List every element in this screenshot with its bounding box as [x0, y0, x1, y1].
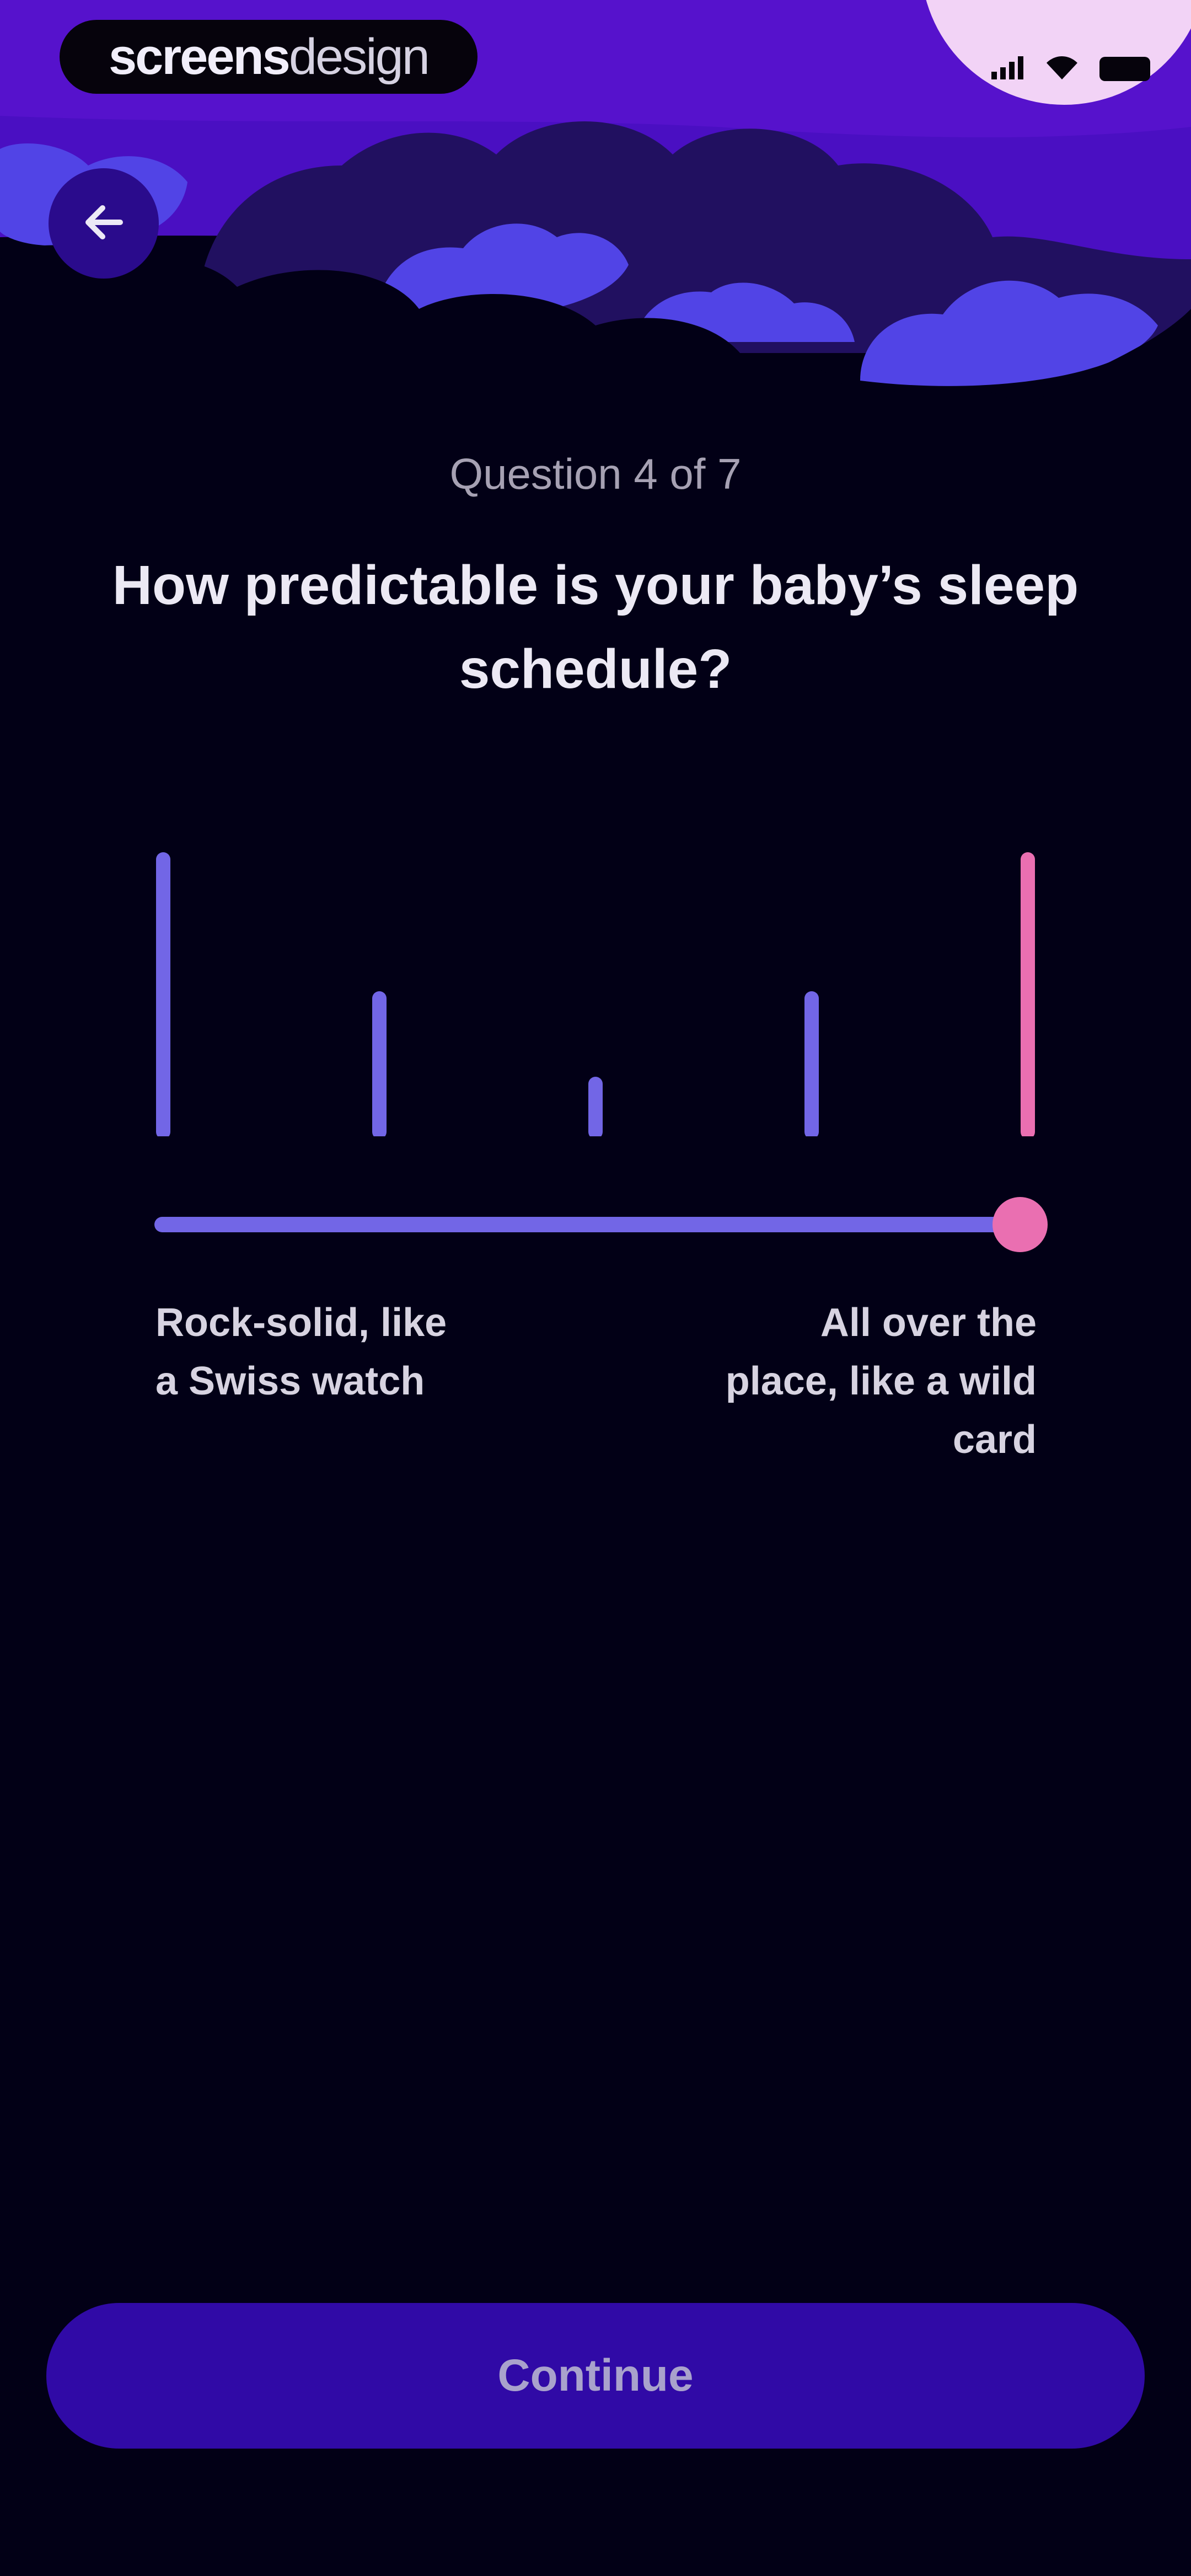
question-progress: Question 4 of 7 [449, 450, 742, 498]
wifi-icon [1045, 55, 1079, 82]
slider-thumb[interactable] [993, 1197, 1048, 1252]
scale-label-left: Rock-solid, like a Swiss watch [155, 1301, 447, 1403]
slider-track [154, 1217, 1015, 1232]
brand-logo-bold: screens [109, 29, 291, 85]
continue-button[interactable]: Continue [46, 2303, 1145, 2449]
brand-logo: screens design [60, 20, 478, 94]
brand-logo-light: design [288, 29, 430, 85]
scale-label-right: All over the place, like a wild card [725, 1301, 1037, 1462]
question-title: How predictable is your baby’s sleep sch… [112, 554, 1079, 700]
battery-icon [1099, 56, 1150, 81]
signal-icon [991, 55, 1024, 82]
back-button[interactable] [49, 168, 159, 279]
predictability-slider[interactable] [154, 1197, 1048, 1252]
arrow-left-icon [76, 195, 131, 253]
scale-bars [0, 849, 1191, 1139]
status-bar [991, 55, 1150, 82]
